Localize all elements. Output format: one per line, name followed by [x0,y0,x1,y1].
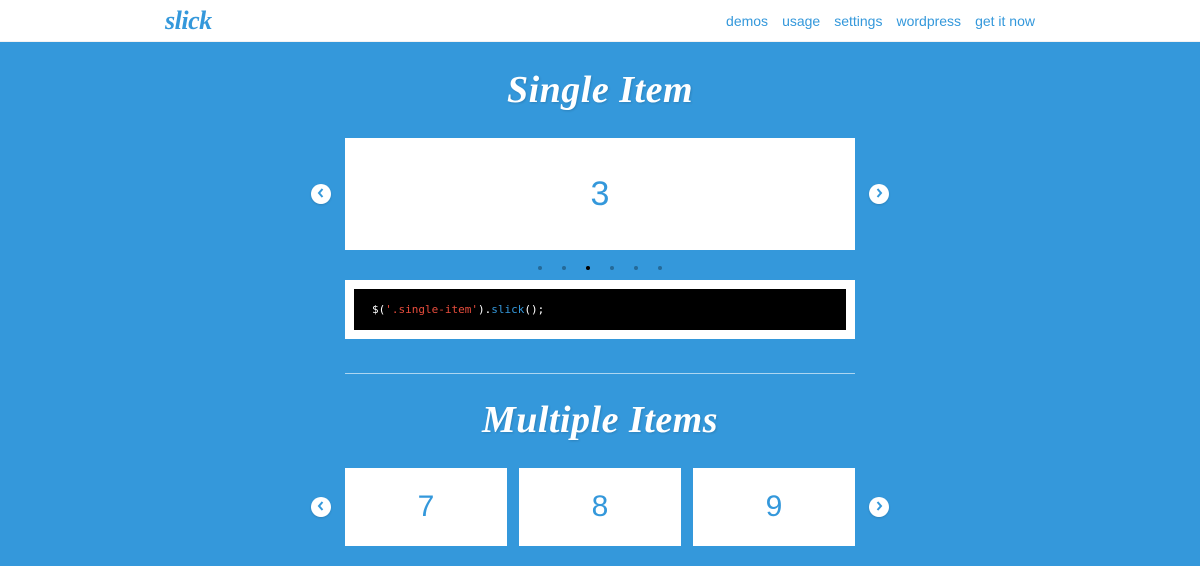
dot-1[interactable] [538,266,542,270]
nav-settings[interactable]: settings [834,13,882,29]
top-navigation: slick demos usage settings wordpress get… [0,0,1200,42]
single-slide: 3 [345,138,855,250]
single-item-title: Single Item [345,68,855,112]
chevron-left-icon [316,185,326,203]
next-arrow-button[interactable] [869,184,889,204]
section-divider [345,373,855,374]
dot-4[interactable] [610,266,614,270]
multi-slide: 9 [693,468,855,546]
nav-demos[interactable]: demos [726,13,768,29]
multiple-items-carousel: 7 8 9 [345,468,855,546]
single-item-carousel: 3 [345,138,855,250]
nav-links: demos usage settings wordpress get it no… [726,13,1035,29]
nav-usage[interactable]: usage [782,13,820,29]
chevron-right-icon [874,185,884,203]
code-pre: $('.single-item').slick(); [354,289,846,330]
slide-number: 8 [592,490,609,524]
next-arrow-button[interactable] [869,497,889,517]
prev-arrow-button[interactable] [311,497,331,517]
nav-wordpress[interactable]: wordpress [896,13,961,29]
logo[interactable]: slick [165,6,212,36]
dot-2[interactable] [562,266,566,270]
chevron-left-icon [316,498,326,516]
chevron-right-icon [874,498,884,516]
slide-number: 3 [591,175,610,214]
code-example: $('.single-item').slick(); [345,280,855,339]
multi-slide: 8 [519,468,681,546]
pagination-dots [345,266,855,270]
dot-5[interactable] [634,266,638,270]
slide-number: 7 [418,490,435,524]
slide-number: 9 [766,490,783,524]
dot-6[interactable] [658,266,662,270]
prev-arrow-button[interactable] [311,184,331,204]
multi-slide: 7 [345,468,507,546]
multiple-items-title: Multiple Items [345,398,855,442]
nav-get-it-now[interactable]: get it now [975,13,1035,29]
dot-3[interactable] [586,266,590,270]
